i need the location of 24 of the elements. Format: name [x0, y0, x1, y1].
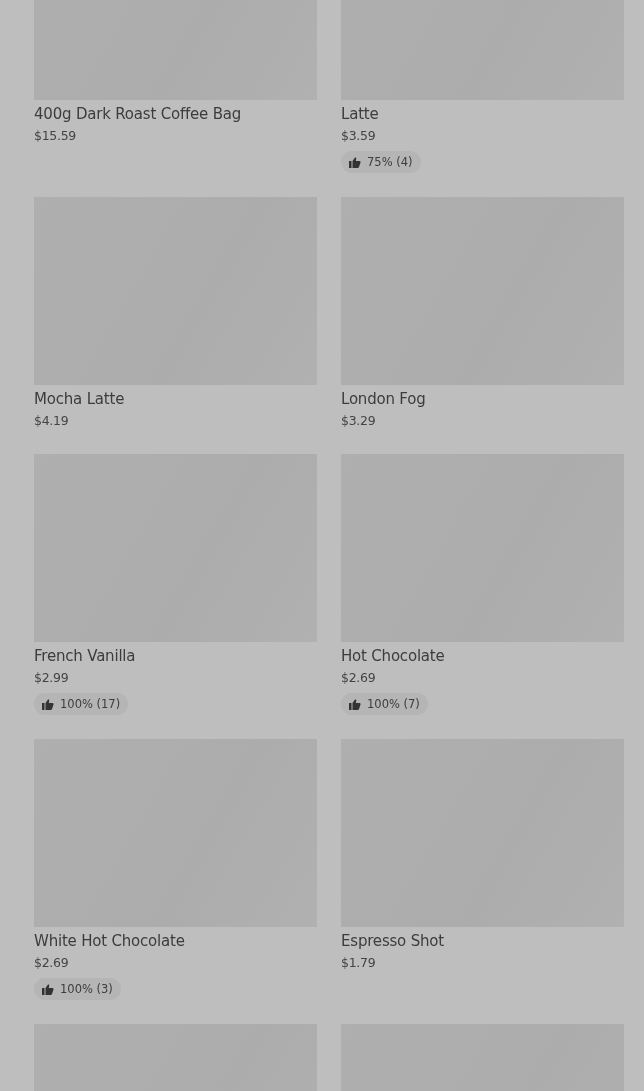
rating-text: 100% (17): [60, 697, 121, 711]
product-price: $1.79: [341, 954, 376, 972]
product-price: $2.69: [34, 954, 69, 972]
thumbs-up-icon: [349, 698, 361, 710]
product-name: White Hot Chocolate: [34, 931, 185, 951]
product-name: London Fog: [341, 389, 426, 409]
product-name: Latte: [341, 104, 379, 124]
product-price: $3.29: [341, 412, 376, 430]
product-name: 400g Dark Roast Coffee Bag: [34, 104, 242, 124]
product-price: $15.59: [34, 127, 76, 145]
product-name: Mocha Latte: [34, 389, 125, 409]
thumbs-up-icon: [42, 698, 54, 710]
rating-text: 100% (7): [367, 697, 420, 711]
product-price: $2.99: [34, 669, 69, 687]
product-price: $2.69: [341, 669, 376, 687]
thumbs-up-icon: [42, 983, 54, 995]
product-name: French Vanilla: [34, 646, 136, 666]
product-price: $3.59: [341, 127, 376, 145]
product-name: Hot Chocolate: [341, 646, 445, 666]
rating-text: 100% (3): [60, 982, 113, 996]
product-name: Espresso Shot: [341, 931, 444, 951]
rating-text: 75% (4): [367, 155, 413, 169]
product-price: $4.19: [34, 412, 69, 430]
thumbs-up-icon: [349, 156, 361, 168]
